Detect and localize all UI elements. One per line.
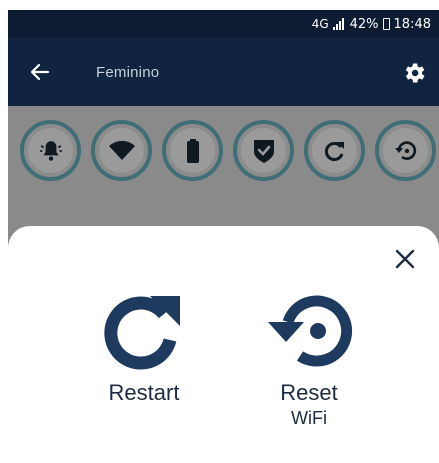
gear-icon	[405, 63, 425, 83]
reset-sub-label: WiFi	[291, 408, 327, 428]
battery-status-icon	[382, 18, 390, 30]
close-button[interactable]	[392, 246, 418, 272]
reset-icon	[268, 295, 353, 367]
reset-label: Reset	[280, 380, 338, 405]
clock: 18:48	[393, 16, 431, 32]
page-title: Feminino	[96, 63, 160, 81]
restart-quick-button[interactable]	[304, 120, 365, 181]
reset-wifi-action-button[interactable]: Reset WiFi	[254, 288, 364, 429]
shield-check-icon	[253, 139, 274, 163]
status-bar: 4G 42% 18:48	[8, 10, 439, 38]
quick-actions-row	[20, 120, 436, 181]
shield-button[interactable]	[233, 120, 294, 181]
signal-icon	[332, 18, 344, 30]
app-bar: Feminino	[8, 38, 439, 106]
battery-icon	[186, 138, 199, 163]
alarm-button[interactable]	[20, 120, 81, 181]
bottom-sheet	[8, 226, 439, 463]
back-button[interactable]	[30, 58, 66, 86]
arrow-left-icon	[30, 63, 50, 81]
restart-icon	[104, 296, 180, 370]
battery-button[interactable]	[162, 120, 223, 181]
alarm-bell-icon	[39, 140, 62, 161]
settings-button[interactable]	[401, 60, 427, 86]
wifi-icon	[108, 140, 135, 160]
quick-actions-area	[8, 106, 439, 246]
network-type: 4G	[311, 17, 329, 31]
battery-percent: 42%	[349, 16, 379, 32]
restart-icon	[324, 141, 344, 161]
close-icon	[395, 249, 415, 269]
wifi-button[interactable]	[91, 120, 152, 181]
restart-label: Restart	[108, 380, 180, 405]
reset-quick-button[interactable]	[375, 120, 436, 181]
restart-action-button[interactable]: Restart	[96, 288, 192, 406]
reset-icon	[394, 140, 416, 160]
